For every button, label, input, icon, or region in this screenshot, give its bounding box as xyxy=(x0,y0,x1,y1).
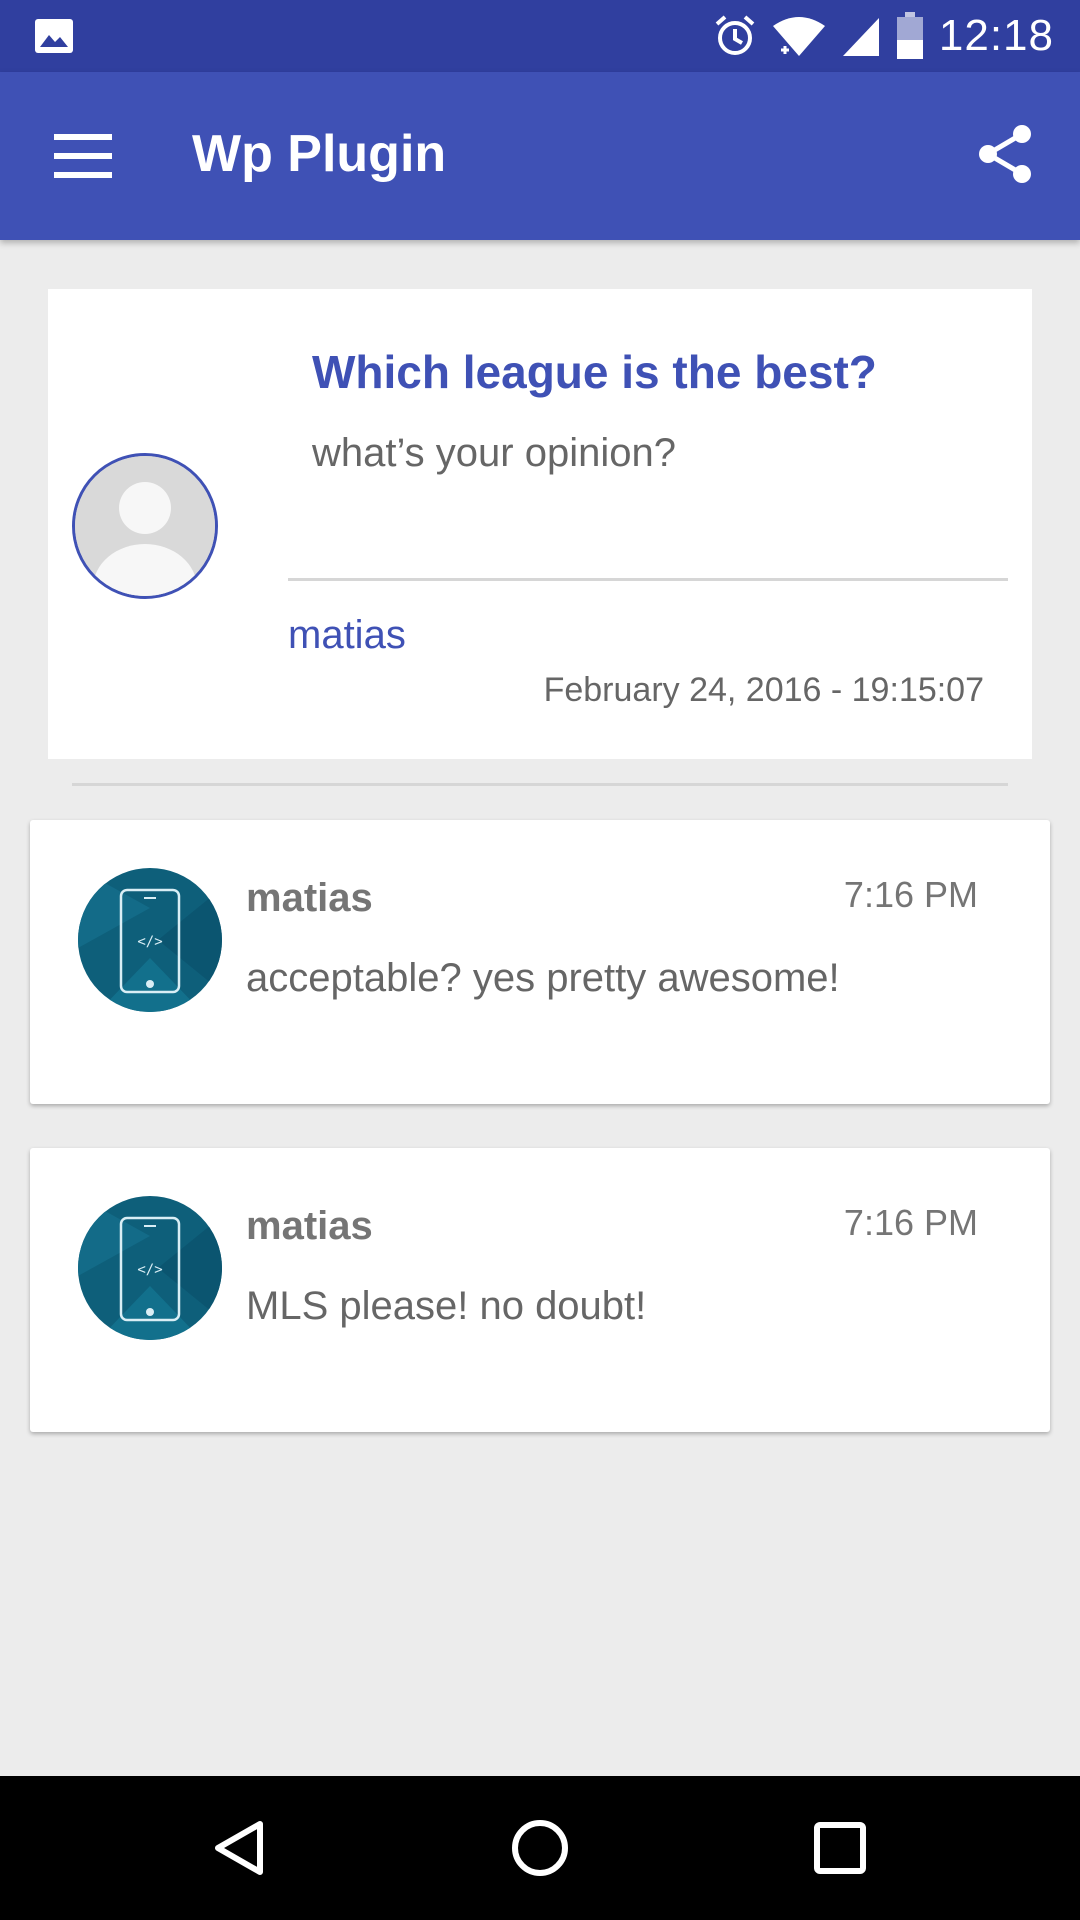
page-title: Wp Plugin xyxy=(192,125,447,183)
avatar: </> xyxy=(78,1196,222,1340)
share-icon xyxy=(979,125,1031,183)
app-bar: Wp Plugin xyxy=(0,72,1080,240)
comment-time: 7:16 PM xyxy=(843,874,978,915)
question-subtitle: what’s your opinion? xyxy=(312,431,676,475)
navigation-bar xyxy=(0,1776,1080,1920)
avatar: </> xyxy=(78,868,222,1012)
question-card[interactable]: Which league is the best? what’s your op… xyxy=(48,289,1032,759)
back-button[interactable] xyxy=(204,1812,276,1884)
question-author[interactable]: matias xyxy=(288,613,406,658)
svg-text:</>: </> xyxy=(137,1262,162,1278)
status-icons: 12:18 xyxy=(713,10,1054,62)
svg-text:</>: </> xyxy=(137,934,162,950)
app-logo-icon: </> xyxy=(78,868,222,1012)
comment-card[interactable]: </> matias 7:16 PM MLS please! no doubt! xyxy=(30,1148,1050,1432)
comment-author: matias xyxy=(246,876,373,920)
home-icon xyxy=(512,1820,568,1876)
battery-icon xyxy=(896,12,923,59)
divider xyxy=(72,783,1008,786)
comment-time: 7:16 PM xyxy=(843,1202,978,1243)
back-icon xyxy=(215,1821,263,1875)
default-user-icon xyxy=(75,456,215,596)
alarm-icon xyxy=(715,15,755,55)
avatar xyxy=(72,453,218,599)
divider xyxy=(288,578,1008,581)
share-button[interactable] xyxy=(974,122,1038,186)
comment-text: MLS please! no doubt! xyxy=(246,1284,647,1328)
home-button[interactable] xyxy=(504,1812,576,1884)
comment-card[interactable]: </> matias 7:16 PM acceptable? yes prett… xyxy=(30,820,1050,1104)
clock-time: 12:18 xyxy=(938,11,1054,60)
question-date: February 24, 2016 - 19:15:07 xyxy=(543,671,984,709)
image-icon xyxy=(35,19,73,53)
status-bar: 12:18 xyxy=(0,0,1080,72)
wifi-icon xyxy=(772,17,825,56)
recents-button[interactable] xyxy=(804,1812,876,1884)
question-title: Which league is the best? xyxy=(312,346,877,398)
signal-icon xyxy=(842,18,879,56)
app-logo-icon: </> xyxy=(78,1196,222,1340)
comment-text: acceptable? yes pretty awesome! xyxy=(246,956,840,1000)
recents-icon xyxy=(814,1822,866,1874)
menu-button[interactable] xyxy=(54,134,112,178)
comment-author: matias xyxy=(246,1204,373,1248)
